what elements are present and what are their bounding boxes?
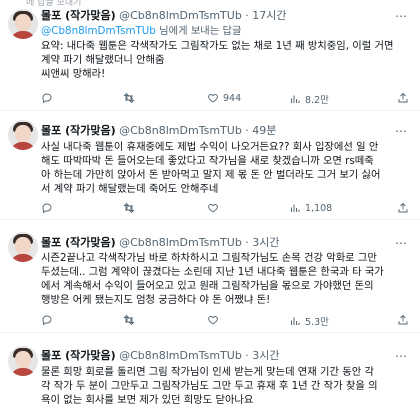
like-count: 944 [223,92,242,104]
tweet-text-line: 해도 따박따박 돈 들어오는데 좋았다고 작가님을 새로 찾겠습니까 오면 rs… [41,155,374,167]
more-horizontal-icon[interactable]: ⋯ [395,236,408,250]
tweet-text-line: 시즌2끝나고 각색작가님 바로 하차하시고 그림작가님도 손목 건강 악화로 그… [41,252,377,264]
reply-button[interactable] [41,92,57,104]
retweet-icon [123,202,135,214]
tweet-text-line: 계약 파기 해달랬더니 안해줌 [41,54,165,66]
separator-dot: · [245,236,249,249]
views-chart-icon [291,317,300,325]
share-icon [398,314,408,325]
timestamp[interactable]: 49분 [252,124,276,137]
retweet-icon [123,92,135,104]
tweet-text-line: 물론 희망 회로를 돌리면 그림 작가님이 인세 받는게 맞는데 연재 기간 동… [41,366,374,378]
views-button[interactable]: 5.3만 [289,314,329,328]
more-horizontal-icon[interactable]: ⋯ [395,124,408,138]
heart-icon [208,94,218,103]
share-button[interactable] [397,92,409,104]
avatar[interactable] [8,232,38,262]
views-chart-icon [291,204,300,212]
tweet-actions: 5.3만 [41,314,415,328]
reply-mention-link[interactable]: @Cb8n8lmDmTsmTUb [41,25,156,37]
timestamp[interactable]: 3시간 [252,236,279,249]
retweet-button[interactable] [123,92,139,104]
tweet-text-line: 각 작가 두 분이 그만두고 그림작가님도 그만 두고 휴재 후 1년 간 작가… [41,380,378,392]
timestamp[interactable]: 3시간 [252,349,279,362]
view-count: 5.3만 [305,317,329,328]
tweet-text-line: 아 하는데 가만히 앉아서 돈 받아먹고 말지 제 몫 돈 안 벌더라도 그거 … [41,169,381,181]
tweet-2[interactable]: 몰포 (작가맞음) @Cb8n8lmDmTsmTUb · 49분 ⋯ 사실 내다… [0,111,420,217]
display-name[interactable]: 몰포 (작가맞음) [41,124,116,137]
share-button[interactable] [397,314,409,326]
reply-label: 님에게 보내는 답글 [155,25,242,37]
retweet-button[interactable] [123,314,139,326]
views-chart-icon [291,95,300,103]
more-horizontal-icon[interactable]: ⋯ [395,9,408,23]
user-handle[interactable]: @Cb8n8lmDmTsmTUb [119,124,242,137]
view-count: 8.2만 [305,95,329,106]
avatar[interactable] [8,120,38,150]
tweet-1[interactable]: 몰포 (작가맞음) @Cb8n8lmDmTsmTUb · 17시간 ⋯ @Cb8… [0,0,420,108]
heart-icon [208,316,218,325]
reply-icon [42,315,52,326]
like-button[interactable] [207,202,223,214]
tweet-text-line: 욕이 없는 회사를 보면 제가 있던 희망도 닫아나요 [41,394,254,406]
display-name[interactable]: 몰포 (작가맞음) [41,236,116,249]
share-icon [398,202,408,213]
tweet-text-line: 씨앤씨 망해라! [41,68,106,80]
tweet-actions: 1,108 [41,202,415,216]
like-button[interactable]: 944 [207,92,241,104]
retweet-icon [123,314,135,326]
tweet-actions: 944 8.2만 [41,92,415,106]
tweet-text-line: 서 계약 파기 해달랬는데 죽어도 안해주네 [41,183,219,195]
views-button[interactable]: 1,108 [289,202,332,214]
display-name[interactable]: 몰포 (작가맞음) [41,9,116,22]
tweet-4[interactable]: 몰포 (작가맞음) @Cb8n8lmDmTsmTUb · 3시간 ⋯ 물론 희망… [0,333,420,420]
tweet-text-line: 에서 계속해서 수익이 들어오고 있고 원래 그림작가님을 몫으로 가야했던 돈… [41,280,374,292]
reply-context: @Cb8n8lmDmTsmTUb 님에게 보내는 답글 [41,24,415,38]
user-handle[interactable]: @Cb8n8lmDmTsmTUb [119,9,242,22]
separator-dot: · [245,124,249,137]
reply-button[interactable] [41,314,57,326]
separator-dot: · [245,9,249,22]
user-handle[interactable]: @Cb8n8lmDmTsmTUb [119,236,242,249]
share-icon [398,92,408,103]
separator-dot: · [245,349,249,362]
tweet-3[interactable]: 몰포 (작가맞음) @Cb8n8lmDmTsmTUb · 3시간 ⋯ 시즌2끝나… [0,220,420,328]
heart-icon [208,204,218,213]
tweet-header: 몰포 (작가맞음) @Cb8n8lmDmTsmTUb · 3시간 [41,349,280,363]
tweet-header: 몰포 (작가맞음) @Cb8n8lmDmTsmTUb · 3시간 [41,236,280,250]
tweet-text-line: 두셨는데.. 그럼 계약이 끊겼다는 소린데 지난 1년 내다죽 웹툰은 한국과… [41,266,384,278]
reply-icon [42,203,52,214]
tweet-header: 몰포 (작가맞음) @Cb8n8lmDmTsmTUb · 49분 [41,124,276,138]
timestamp[interactable]: 17시간 [252,9,286,22]
view-count: 1,108 [305,202,333,214]
reply-icon [42,93,52,104]
retweet-button[interactable] [123,202,139,214]
user-handle[interactable]: @Cb8n8lmDmTsmTUb [119,349,242,362]
share-button[interactable] [397,202,409,214]
reply-button[interactable] [41,202,57,214]
avatar[interactable] [8,346,38,376]
display-name[interactable]: 몰포 (작가맞음) [41,349,116,362]
tweet-text-line: 사실 내다죽 웹툰이 휴재중에도 제법 수익이 나오거든요?? 회사 입장에선 … [41,141,379,153]
avatar[interactable] [8,9,38,39]
tweet-text-line: 요약: 내다죽 웹툰은 각색작가도 그림작가도 없는 채로 1년 째 방치중임,… [41,40,394,52]
like-button[interactable] [207,314,223,326]
views-button[interactable]: 8.2만 [289,92,329,106]
more-horizontal-icon[interactable]: ⋯ [395,349,408,363]
tweet-text-line: 행방은 어케 됐는지도 엄청 궁금하다 야 돈 어쨌냐 돈! [41,294,271,306]
tweet-header: 몰포 (작가맞음) @Cb8n8lmDmTsmTUb · 17시간 [41,9,287,23]
